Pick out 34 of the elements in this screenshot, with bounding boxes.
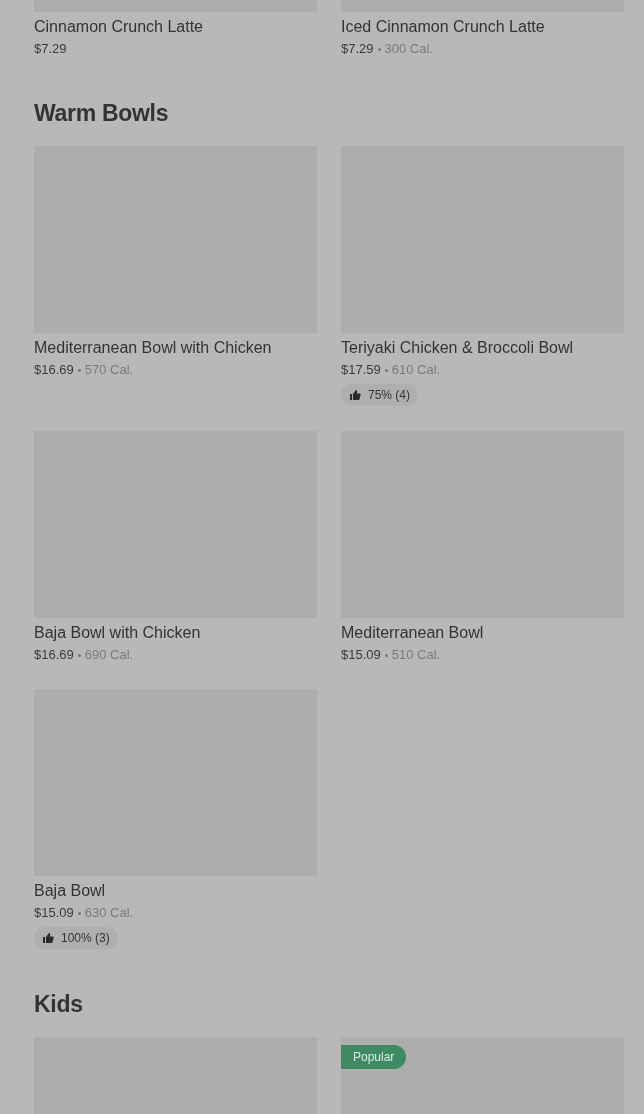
item-name[interactable]: Mediterranean Bowl <box>341 623 484 643</box>
item-calories: 630 Cal. <box>84 904 134 922</box>
item-name[interactable]: Baja Bowl with Chicken <box>34 623 201 643</box>
item-calories: 570 Cal. <box>84 361 134 379</box>
item-price: $16.69 <box>34 361 74 379</box>
rating-chip: 100% (3) <box>34 927 118 949</box>
item-price: $17.59 <box>341 361 381 379</box>
image-placeholder[interactable]: Popular <box>341 1037 624 1114</box>
item-name[interactable]: Cinnamon Crunch Latte <box>34 17 203 37</box>
item-name[interactable]: Teriyaki Chicken & Broccoli Bowl <box>341 338 574 358</box>
section-heading: Kids <box>34 990 84 1019</box>
popular-tag: Popular <box>341 1045 407 1069</box>
item-name[interactable]: Mediterranean Bowl with Chicken <box>34 338 272 358</box>
item-price: $15.09 <box>341 646 381 664</box>
separator-dot <box>77 653 81 657</box>
item-name[interactable]: Iced Cinnamon Crunch Latte <box>341 17 545 37</box>
separator-dot <box>77 911 81 915</box>
item-calories: 690 Cal. <box>84 646 134 664</box>
item-calories: 510 Cal. <box>391 646 441 664</box>
section-heading: Warm Bowls <box>34 99 170 128</box>
item-calories: 610 Cal. <box>391 361 441 379</box>
separator-dot <box>377 47 381 51</box>
separator-dot <box>77 368 81 372</box>
rating-chip: 75% (4) <box>341 384 419 406</box>
item-price: $7.29 <box>341 40 374 58</box>
item-price: $16.69 <box>34 646 74 664</box>
item-price: $15.09 <box>34 904 74 922</box>
thumbs-up-icon <box>349 389 361 401</box>
item-calories: 300 Cal. <box>384 40 433 58</box>
thumbs-up-icon <box>42 932 54 944</box>
separator-dot <box>384 368 388 372</box>
item-name[interactable]: Baja Bowl <box>34 881 106 901</box>
separator-dot <box>384 653 388 657</box>
item-price: $7.29 <box>34 40 67 58</box>
